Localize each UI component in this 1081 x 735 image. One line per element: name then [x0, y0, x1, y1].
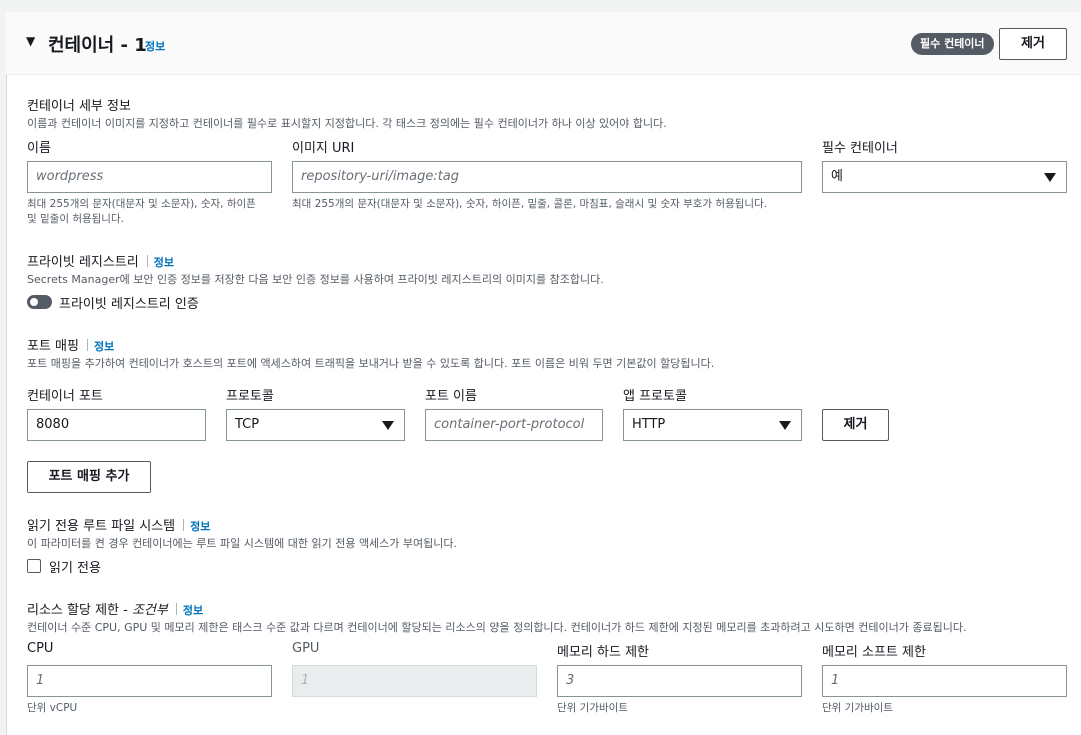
- private-registry-title-text: 프라이빗 레지스트리: [27, 255, 139, 270]
- divider: [175, 603, 177, 615]
- readonly-checkbox-label: 읽기 전용: [49, 561, 101, 576]
- port-mapping-title-text: 포트 매핑: [27, 339, 79, 354]
- memory-hard-label: 메모리 하드 제한: [557, 645, 649, 660]
- image-uri-hint: 최대 255개의 문자(대문자 및 소문자), 숫자, 하이픈, 밑줄, 콜론,…: [292, 198, 768, 210]
- readonly-fs-title: 읽기 전용 루트 파일 시스템 정보: [27, 515, 210, 534]
- readonly-checkbox[interactable]: [27, 559, 41, 573]
- details-description: 이름과 컨테이너 이미지를 지정하고 컨테이너를 필수로 표시할지 지정합니다.…: [27, 117, 667, 130]
- protocol-select-value: TCP: [235, 417, 260, 432]
- resources-description: 컨테이너 수준 CPU, GPU 및 메모리 제한은 태스크 수준 값과 다르며…: [27, 621, 967, 634]
- resources-title-optional: 조건부: [131, 603, 168, 618]
- memory-hard-input[interactable]: 3: [557, 665, 802, 697]
- remove-port-mapping-button[interactable]: 제거: [822, 409, 889, 441]
- port-mapping-title: 포트 매핑 정보: [27, 335, 114, 354]
- collapse-caret-icon[interactable]: ▼: [26, 34, 35, 48]
- readonly-fs-description: 이 파라미터를 켠 경우 컨테이너에는 루트 파일 시스템에 대한 읽기 전용 …: [27, 537, 458, 550]
- private-registry-description: Secrets Manager에 보안 인증 정보를 저장한 다음 보안 인증 …: [27, 273, 604, 286]
- add-port-mapping-button[interactable]: 포트 매핑 추가: [27, 461, 151, 493]
- resources-title: 리소스 할당 제한 - 조건부 정보: [27, 599, 203, 618]
- divider: [146, 255, 148, 267]
- details-title: 컨테이너 세부 정보: [27, 99, 131, 114]
- cpu-hint: 단위 vCPU: [27, 702, 78, 714]
- image-uri-label: 이미지 URI: [292, 141, 355, 156]
- readonly-fs-info-link[interactable]: 정보: [190, 520, 210, 533]
- essential-container-badge: 필수 컨테이너: [911, 33, 994, 55]
- name-label: 이름: [27, 141, 51, 156]
- resources-title-text: 리소스 할당 제한 -: [27, 603, 132, 618]
- readonly-fs-title-text: 읽기 전용 루트 파일 시스템: [27, 519, 176, 534]
- divider: [183, 519, 185, 531]
- remove-container-button[interactable]: 제거: [999, 28, 1067, 60]
- divider: [86, 339, 88, 351]
- name-hint-2: 및 밑줄이 허용됩니다.: [27, 213, 124, 225]
- image-uri-input[interactable]: repository-uri/image:tag: [292, 161, 802, 193]
- essential-select[interactable]: 예: [822, 161, 1067, 193]
- dropdown-arrow-icon: [1044, 173, 1056, 182]
- cpu-label: CPU: [27, 641, 54, 656]
- port-mapping-info-link[interactable]: 정보: [94, 340, 114, 353]
- cpu-input[interactable]: 1: [27, 665, 272, 697]
- private-registry-info-link[interactable]: 정보: [154, 256, 174, 269]
- private-registry-toggle-label: 프라이빗 레지스트리 인증: [59, 297, 199, 312]
- protocol-select[interactable]: TCP: [226, 409, 405, 441]
- container-title: 컨테이너 - 1: [48, 35, 147, 56]
- app-protocol-select[interactable]: HTTP: [623, 409, 802, 441]
- memory-soft-hint: 단위 기가바이트: [822, 702, 893, 714]
- resources-info-link[interactable]: 정보: [183, 604, 203, 617]
- memory-hard-hint: 단위 기가바이트: [557, 702, 628, 714]
- private-registry-toggle[interactable]: [27, 295, 52, 309]
- container-port-input[interactable]: 8080: [27, 409, 206, 441]
- memory-soft-input[interactable]: 1: [822, 665, 1067, 697]
- gpu-input: 1: [292, 665, 537, 697]
- header-info-link[interactable]: 정보: [145, 38, 165, 54]
- app-protocol-label: 앱 프로토콜: [623, 389, 687, 404]
- dropdown-arrow-icon: [779, 421, 791, 430]
- protocol-label: 프로토콜: [226, 389, 274, 404]
- port-name-input[interactable]: container-port-protocol: [425, 409, 603, 441]
- name-input[interactable]: wordpress: [27, 161, 272, 193]
- port-name-label: 포트 이름: [425, 389, 477, 404]
- app-protocol-select-value: HTTP: [632, 417, 666, 432]
- essential-select-value: 예: [831, 169, 843, 184]
- name-hint-1: 최대 255개의 문자(대문자 및 소문자), 숫자, 하이픈: [27, 198, 256, 210]
- essential-label: 필수 컨테이너: [822, 141, 898, 156]
- gpu-label: GPU: [292, 641, 320, 656]
- dropdown-arrow-icon: [382, 421, 394, 430]
- port-mapping-description: 포트 매핑을 추가하여 컨테이너가 호스트의 포트에 액세스하여 트래픽을 보내…: [27, 357, 715, 370]
- memory-soft-label: 메모리 소프트 제한: [822, 645, 926, 660]
- container-port-label: 컨테이너 포트: [27, 389, 103, 404]
- private-registry-title: 프라이빗 레지스트리 정보: [27, 251, 174, 270]
